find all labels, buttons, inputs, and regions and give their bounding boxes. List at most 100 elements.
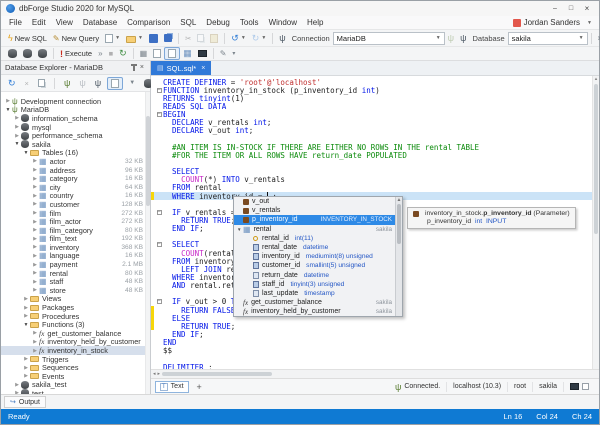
connection-manager-icon[interactable] [5, 48, 20, 59]
menu-sql[interactable]: SQL [175, 18, 201, 27]
tree-item[interactable]: ▶information_schema [1, 114, 145, 123]
autocomplete-item[interactable]: staff_idtinyint(3) unsigned [234, 280, 395, 289]
fold-toggle-icon[interactable]: – [157, 242, 162, 247]
menu-file[interactable]: File [4, 18, 27, 27]
tree-item[interactable]: ▶▦rental80 KB [1, 269, 145, 278]
database-select[interactable]: sakila▼ [508, 32, 588, 45]
refresh-sizes-icon[interactable] [107, 77, 123, 90]
storage-engine-icon[interactable] [20, 48, 35, 59]
disconnect-icon[interactable]: ψ [457, 33, 469, 43]
add-view-button[interactable]: + [197, 382, 202, 392]
refresh-icon[interactable]: ↻ [5, 77, 19, 90]
code-line[interactable]: DELIMITER ; [151, 363, 592, 369]
edit-connection-icon[interactable]: ✱ [595, 33, 600, 44]
tree-item[interactable]: ▶▦address96 KB [1, 166, 145, 175]
expander-icon[interactable]: ▶ [31, 227, 39, 233]
code-line[interactable]: DECLARE v_out int; [151, 127, 592, 135]
scrollbar-thumb[interactable] [397, 204, 401, 244]
horizontal-scrollbar[interactable]: ◂ ▸ [151, 369, 599, 378]
tree-item[interactable]: ▶sakila_test [1, 381, 145, 390]
minimize-button[interactable]: – [548, 3, 562, 14]
expander-icon[interactable]: ▶ [31, 270, 39, 276]
autocomplete-item[interactable]: inventory_idmediumint(8) unsigned [234, 252, 395, 261]
code-line[interactable]: $$ [151, 347, 592, 355]
connection-plug-icon[interactable]: ψ [276, 33, 288, 43]
tree-item[interactable]: ▶Procedures [1, 312, 145, 321]
expander-icon[interactable]: ▶ [31, 339, 39, 345]
tree-item[interactable]: ▶▦actor32 KB [1, 157, 145, 166]
text-view-tab[interactable]: T Text [155, 381, 189, 393]
expander-icon[interactable]: ▶ [22, 296, 30, 302]
expander-icon[interactable]: ▶ [31, 253, 39, 259]
tree-item[interactable]: ▶test [1, 389, 145, 394]
scroll-left-icon[interactable]: ◂ [153, 371, 156, 377]
expander-icon[interactable]: ▶ [13, 133, 21, 139]
tree-item[interactable]: ▶Triggers [1, 355, 145, 364]
expander-icon[interactable]: ▼ [22, 322, 30, 328]
autocomplete-item[interactable]: p_inventory_idINVENTORY_IN_STOCK [234, 215, 395, 224]
menu-database[interactable]: Database [78, 18, 122, 27]
scrollbar-thumb[interactable] [146, 116, 150, 206]
save-all-button[interactable] [161, 33, 175, 43]
menu-debug[interactable]: Debug [201, 18, 235, 27]
close-tab-icon[interactable]: × [201, 65, 205, 72]
expander-icon[interactable]: ▶ [31, 193, 39, 199]
code-line[interactable] [151, 159, 592, 167]
monitor-icon[interactable] [570, 383, 579, 390]
expander-icon[interactable]: ▶ [31, 330, 39, 336]
expander-icon[interactable]: ▶ [13, 115, 21, 121]
explorer-scrollbar[interactable] [145, 92, 150, 394]
checkbox-icon[interactable] [582, 383, 589, 390]
tree-item[interactable]: ▶▦language16 KB [1, 252, 145, 261]
tree-item[interactable]: ▶fxinventory_held_by_customer [1, 338, 145, 347]
expander-icon[interactable]: ▶ [22, 305, 30, 311]
scroll-right-icon[interactable]: ▸ [158, 371, 161, 377]
tree-item[interactable]: ▶▦inventory368 KB [1, 243, 145, 252]
properties-icon[interactable] [35, 78, 48, 88]
autocomplete-item[interactable]: ▼▦rentalsakila [234, 225, 395, 234]
close-panel-icon[interactable]: × [138, 64, 146, 71]
tree-item[interactable]: ▶Views [1, 295, 145, 304]
tree-item[interactable]: ▶▦country16 KB [1, 192, 145, 201]
console-icon[interactable] [195, 49, 210, 58]
execute-to-cursor-icon[interactable]: » [95, 48, 105, 59]
new-document-button[interactable]: ▼ [102, 33, 123, 44]
code-area[interactable]: CREATE DEFINER = 'root'@'localhost'–FUNC… [151, 76, 599, 369]
output-tab[interactable]: ↪ Output [4, 396, 46, 408]
account-menu[interactable]: Jordan Sanders ▼ [513, 18, 596, 27]
stop-icon[interactable]: ■ [106, 48, 117, 59]
menu-comparison[interactable]: Comparison [122, 18, 175, 27]
undo-button[interactable]: ↺▼ [228, 33, 249, 43]
tree-item[interactable]: ▶▦category16 KB [1, 174, 145, 183]
tree-item[interactable]: ▶fxget_customer_balance [1, 329, 145, 338]
query-builder-icon[interactable] [164, 47, 180, 60]
fold-toggle-icon[interactable]: – [157, 299, 162, 304]
close-button[interactable]: × [580, 3, 594, 14]
expander-icon[interactable]: ▶ [13, 124, 21, 130]
expander-icon[interactable]: ▶ [31, 184, 39, 190]
autocomplete-item[interactable]: fxget_customer_balancesakila [234, 298, 395, 307]
tree-item[interactable]: ▶▦staff48 KB [1, 277, 145, 286]
expander-icon[interactable]: ▶ [22, 365, 30, 371]
connect-icon[interactable]: ψ [445, 33, 457, 43]
code-line[interactable]: END IF; [151, 330, 592, 338]
new-connection-icon[interactable]: ψ [61, 78, 73, 88]
expander-icon[interactable]: ▼ [13, 141, 21, 147]
expander-icon[interactable]: ▶ [31, 201, 39, 207]
expander-icon[interactable]: ▶ [22, 313, 30, 319]
editor-scrollbar[interactable]: ▴ [592, 76, 599, 369]
copy-button[interactable] [194, 33, 207, 43]
expander-icon[interactable]: ▶ [4, 98, 12, 104]
expander-icon[interactable]: ▶ [31, 158, 39, 164]
expander-icon[interactable]: ▶ [31, 262, 39, 268]
expander-icon[interactable]: ▶ [22, 373, 30, 379]
menu-help[interactable]: Help [302, 18, 328, 27]
tree-item[interactable]: ▶▦city64 KB [1, 183, 145, 192]
autocomplete-item[interactable]: last_updatetimestamp [234, 289, 395, 298]
delete-icon[interactable]: × [22, 78, 32, 89]
tree-item[interactable]: ▶fxinventory_in_stock [1, 346, 145, 355]
code-line[interactable]: #FOR THE ITEM OR ALL ROWS HAVE return_da… [151, 151, 592, 159]
popup-scrollbar[interactable]: ▲ [395, 197, 402, 316]
tree-item[interactable]: ▼Tables (16) [1, 149, 145, 158]
expander-icon[interactable]: ▶ [13, 382, 21, 388]
